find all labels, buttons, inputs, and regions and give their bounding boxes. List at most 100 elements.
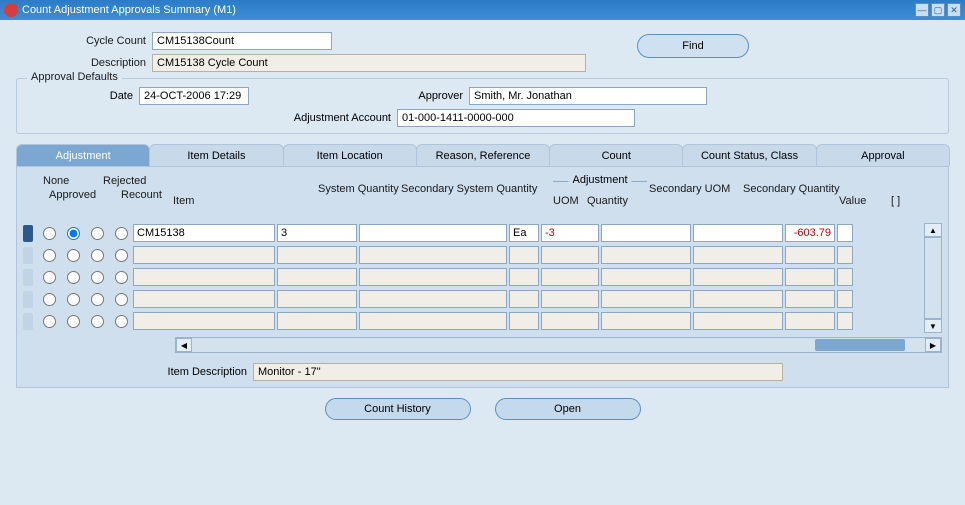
tab-count-status-class[interactable]: Count Status, Class bbox=[682, 144, 816, 166]
cell-item[interactable] bbox=[133, 246, 275, 264]
radio-none[interactable] bbox=[43, 315, 56, 328]
tab-item-details[interactable]: Item Details bbox=[149, 144, 283, 166]
cell-value[interactable] bbox=[785, 290, 835, 308]
tab-adjustment[interactable]: Adjustment bbox=[16, 144, 150, 166]
cell-uom[interactable] bbox=[509, 268, 539, 286]
radio-recount[interactable] bbox=[115, 227, 128, 240]
cell-uom[interactable]: Ea bbox=[509, 224, 539, 242]
cell-check[interactable] bbox=[837, 224, 853, 242]
radio-rejected[interactable] bbox=[91, 249, 104, 262]
table-row[interactable] bbox=[23, 311, 924, 331]
cell-secuom[interactable] bbox=[601, 268, 691, 286]
cell-adjqty[interactable] bbox=[541, 290, 599, 308]
radio-rejected[interactable] bbox=[91, 227, 104, 240]
cell-value[interactable]: -603.79 bbox=[785, 224, 835, 242]
row-indicator[interactable] bbox=[23, 247, 33, 264]
radio-approved[interactable] bbox=[67, 315, 80, 328]
cell-sysqty[interactable] bbox=[277, 312, 357, 330]
scroll-right-button[interactable]: ▶ bbox=[925, 338, 941, 352]
radio-none[interactable] bbox=[43, 227, 56, 240]
radio-approved[interactable] bbox=[67, 249, 80, 262]
tab-reason-reference[interactable]: Reason, Reference bbox=[416, 144, 550, 166]
maximize-button[interactable]: ▢ bbox=[931, 3, 945, 17]
cell-item[interactable] bbox=[133, 312, 275, 330]
cell-item[interactable] bbox=[133, 290, 275, 308]
tab-count[interactable]: Count bbox=[549, 144, 683, 166]
cell-value[interactable] bbox=[785, 246, 835, 264]
horizontal-scrollbar[interactable]: ◀ ▶ bbox=[175, 337, 942, 353]
cell-sysqty[interactable] bbox=[277, 290, 357, 308]
radio-approved[interactable] bbox=[67, 293, 80, 306]
table-row[interactable] bbox=[23, 289, 924, 309]
radio-none[interactable] bbox=[43, 271, 56, 284]
tab-item-location[interactable]: Item Location bbox=[283, 144, 417, 166]
row-indicator[interactable] bbox=[23, 313, 33, 330]
hscroll-track[interactable] bbox=[192, 338, 925, 352]
cell-item[interactable] bbox=[133, 268, 275, 286]
close-button[interactable]: ✕ bbox=[947, 3, 961, 17]
cell-secsys[interactable] bbox=[359, 290, 507, 308]
cell-sysqty[interactable] bbox=[277, 268, 357, 286]
scroll-left-button[interactable]: ◀ bbox=[176, 338, 192, 352]
radio-recount[interactable] bbox=[115, 293, 128, 306]
cell-secsys[interactable] bbox=[359, 246, 507, 264]
tab-approval[interactable]: Approval bbox=[816, 144, 950, 166]
minimize-button[interactable]: — bbox=[915, 3, 929, 17]
row-indicator[interactable] bbox=[23, 225, 33, 242]
cell-value[interactable] bbox=[785, 268, 835, 286]
cell-uom[interactable] bbox=[509, 312, 539, 330]
cell-check[interactable] bbox=[837, 268, 853, 286]
cell-secqty[interactable] bbox=[693, 268, 783, 286]
radio-none[interactable] bbox=[43, 293, 56, 306]
cell-secqty[interactable] bbox=[693, 312, 783, 330]
approver-field[interactable]: Smith, Mr. Jonathan bbox=[469, 87, 707, 105]
open-button[interactable]: Open bbox=[495, 398, 641, 420]
scroll-track[interactable] bbox=[924, 237, 942, 319]
cell-adjqty[interactable] bbox=[541, 268, 599, 286]
hscroll-thumb[interactable] bbox=[815, 339, 905, 351]
table-row[interactable] bbox=[23, 245, 924, 265]
scroll-up-button[interactable]: ▲ bbox=[924, 223, 942, 237]
radio-recount[interactable] bbox=[115, 249, 128, 262]
cell-secsys[interactable] bbox=[359, 224, 507, 242]
cell-item[interactable]: CM15138 bbox=[133, 224, 275, 242]
cell-secsys[interactable] bbox=[359, 268, 507, 286]
cell-check[interactable] bbox=[837, 312, 853, 330]
cell-secuom[interactable] bbox=[601, 312, 691, 330]
cell-adjqty[interactable]: -3 bbox=[541, 224, 599, 242]
row-indicator[interactable] bbox=[23, 291, 33, 308]
cell-secsys[interactable] bbox=[359, 312, 507, 330]
cell-secuom[interactable] bbox=[601, 290, 691, 308]
table-row[interactable] bbox=[23, 267, 924, 287]
cell-check[interactable] bbox=[837, 246, 853, 264]
adj-account-field[interactable]: 01-000-1411-0000-000 bbox=[397, 109, 635, 127]
cell-secuom[interactable] bbox=[601, 246, 691, 264]
radio-rejected[interactable] bbox=[91, 293, 104, 306]
date-field[interactable]: 24-OCT-2006 17:29 bbox=[139, 87, 249, 105]
cell-check[interactable] bbox=[837, 290, 853, 308]
radio-recount[interactable] bbox=[115, 271, 128, 284]
radio-rejected[interactable] bbox=[91, 315, 104, 328]
cell-secqty[interactable] bbox=[693, 290, 783, 308]
cell-adjqty[interactable] bbox=[541, 246, 599, 264]
cell-uom[interactable] bbox=[509, 246, 539, 264]
radio-none[interactable] bbox=[43, 249, 56, 262]
cell-uom[interactable] bbox=[509, 290, 539, 308]
cell-secuom[interactable] bbox=[601, 224, 691, 242]
cell-secqty[interactable] bbox=[693, 246, 783, 264]
find-button[interactable]: Find bbox=[637, 34, 749, 58]
cell-sysqty[interactable]: 3 bbox=[277, 224, 357, 242]
vertical-scrollbar[interactable]: ▲ ▼ bbox=[924, 223, 942, 333]
cell-secqty[interactable] bbox=[693, 224, 783, 242]
radio-rejected[interactable] bbox=[91, 271, 104, 284]
radio-approved[interactable] bbox=[67, 271, 80, 284]
cell-value[interactable] bbox=[785, 312, 835, 330]
table-row[interactable]: CM15138 3 Ea -3 -603.79 bbox=[23, 223, 924, 243]
cycle-count-field[interactable]: CM15138Count bbox=[152, 32, 332, 50]
row-indicator[interactable] bbox=[23, 269, 33, 286]
count-history-button[interactable]: Count History bbox=[325, 398, 471, 420]
radio-approved[interactable] bbox=[67, 227, 80, 240]
scroll-down-button[interactable]: ▼ bbox=[924, 319, 942, 333]
cell-sysqty[interactable] bbox=[277, 246, 357, 264]
cell-adjqty[interactable] bbox=[541, 312, 599, 330]
